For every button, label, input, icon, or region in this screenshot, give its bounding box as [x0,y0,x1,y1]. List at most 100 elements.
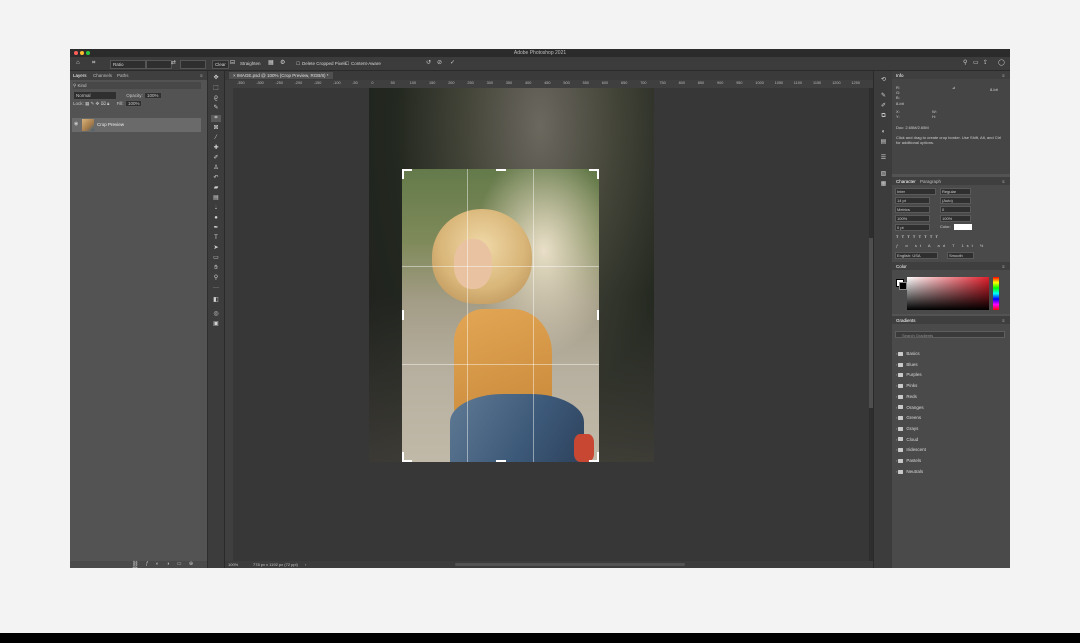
opentype-buttons[interactable]: ƒ σ st A ad T 1st ½ [896,243,986,248]
crop-box[interactable] [402,169,599,462]
frame-tool-icon[interactable]: ⊠ [211,125,221,132]
panel-menu-icon[interactable]: ≡ [1002,73,1005,78]
dodge-tool-icon[interactable]: ● [211,215,221,222]
baseline-field[interactable]: 0 pt [895,224,930,231]
history-brush-tool-icon[interactable]: ↶ [211,175,221,182]
visibility-eye-icon[interactable]: ◉ [74,121,78,127]
marquee-tool-icon[interactable]: ⬚ [211,85,221,92]
properties-icon[interactable]: ☰ [879,155,888,162]
lasso-tool-icon[interactable]: ϱ [211,95,221,102]
quick-mask-icon[interactable]: ◎ [211,311,221,318]
chevron-right-icon[interactable]: › [896,372,897,377]
filter-kind[interactable]: Kind [78,83,87,88]
brushes-icon[interactable]: ✐ [879,103,888,110]
chevron-right-icon[interactable]: › [896,458,897,463]
account-icon[interactable]: ◯ [998,60,1005,67]
font-size-field[interactable]: 14 pt [895,197,930,204]
gradient-folder[interactable]: › Grays [896,425,918,433]
status-arrow-icon[interactable]: › [305,562,306,567]
hand-tool-icon[interactable]: ✋︎ [211,265,221,272]
tab-layers[interactable]: Layers [73,73,87,78]
ratio-height-field[interactable] [180,60,206,69]
chevron-right-icon[interactable]: › [896,362,897,367]
content-aware-label[interactable]: Content-Aware [351,60,381,67]
gradient-folder[interactable]: › Oranges [896,404,924,412]
pen-tool-icon[interactable]: ✒ [211,225,221,232]
swatches-icon[interactable]: ▦ [879,181,888,188]
crop-handle-bottom[interactable] [496,452,506,462]
tab-character[interactable]: Character [896,179,916,184]
layer-row[interactable]: ◉ Crop Preview [72,118,201,132]
horizontal-scale-field[interactable]: 100% [940,215,971,222]
reset-icon[interactable]: ↺ [426,60,431,67]
panel-menu-icon[interactable]: ≡ [1002,264,1005,269]
tab-channels[interactable]: Channels [93,73,112,78]
crop-handle-top[interactable] [496,169,506,179]
crop-tool-icon[interactable]: ⌗ [211,115,221,122]
layer-filter-row[interactable]: ⚲ Kind [73,82,201,89]
font-style-select[interactable]: Regular [940,188,971,195]
home-icon[interactable]: ⌂ [76,60,80,67]
brush-tool-icon[interactable]: ✐ [211,155,221,162]
background-color-swatch[interactable] [899,282,907,290]
move-tool-icon[interactable]: ✥ [211,75,221,82]
clear-button[interactable]: Clear [212,60,229,69]
gradient-tool-icon[interactable]: ▤ [211,195,221,202]
chevron-right-icon[interactable]: › [896,469,897,474]
gradient-folder[interactable]: › Cloud [896,436,918,444]
commit-check-icon[interactable]: ✓ [450,60,455,67]
quick-select-tool-icon[interactable]: ✎ [211,105,221,112]
overlay-grid-icon[interactable]: ▦ [268,60,274,67]
adjustments-icon[interactable]: ◐ [879,129,888,136]
panel-menu-icon[interactable]: ≡ [1002,179,1005,184]
tab-gradients[interactable]: Gradients [896,318,916,323]
color-picker-field[interactable] [907,277,989,310]
gradient-folder[interactable]: › Reds [896,393,917,401]
chevron-right-icon[interactable]: › [896,447,897,452]
content-aware-checkbox[interactable]: ☐ [345,60,349,67]
tab-paths[interactable]: Paths [117,73,129,78]
leading-field[interactable]: (Auto) [940,197,971,204]
screen-mode-icon[interactable]: ▣ [211,321,221,328]
layer-actions-icons[interactable]: ⛓ ƒ ◐ ◑ ▭ ⊕ 🗑︎ [132,561,207,568]
ratio-select[interactable]: Ratio [110,60,146,69]
crop-tool-icon[interactable]: ⌗ [92,60,95,67]
gradient-folder[interactable]: › Neutrals [896,468,923,476]
font-family-select[interactable]: Inter [895,188,936,195]
chevron-right-icon[interactable]: › [896,383,897,388]
workspace-icon[interactable]: ▭ [973,60,979,67]
type-tool-icon[interactable]: T [211,235,221,242]
libraries-icon[interactable]: ▤ [879,139,888,146]
gradient-search-input[interactable]: Search Gradients [895,331,1005,338]
history-icon[interactable]: ⟲ [879,77,888,84]
chevron-right-icon[interactable]: › [896,437,897,442]
gradient-folder[interactable]: › Greens [896,414,921,422]
stamp-tool-icon[interactable]: ♙ [211,165,221,172]
crop-handle-top-right[interactable] [589,169,599,179]
blend-mode-select[interactable]: Normal [73,91,117,100]
more-tools-icon[interactable]: ··· [211,285,221,292]
kerning-field[interactable]: Metrics [895,206,930,213]
gradient-folder[interactable]: › Purples [896,371,922,379]
opacity-field[interactable]: 100% [144,92,162,99]
crop-handle-right[interactable] [589,310,599,320]
type-style-buttons[interactable]: TTTTTTTT [896,234,941,239]
canvas-area[interactable] [233,88,869,561]
layer-name[interactable]: Crop Preview [97,122,124,127]
chevron-right-icon[interactable]: › [896,405,897,410]
zoom-level[interactable]: 100% [228,562,238,567]
healing-tool-icon[interactable]: ✚ [211,145,221,152]
crop-handle-bottom-left[interactable] [402,452,412,462]
panel-menu-icon[interactable]: ≡ [1002,318,1005,323]
language-select[interactable]: English: USA [895,252,938,259]
chevron-right-icon[interactable]: › [896,394,897,399]
crop-handle-bottom-right[interactable] [589,452,599,462]
hue-slider[interactable] [993,277,999,310]
tab-color[interactable]: Color [896,264,907,269]
ratio-width-field[interactable] [146,60,172,69]
gradient-folder[interactable]: › Pinks [896,382,917,390]
clone-source-icon[interactable]: ⧉ [879,113,888,120]
crop-handle-left[interactable] [402,310,412,320]
shape-tool-icon[interactable]: ▭ [211,255,221,262]
vertical-scale-field[interactable]: 100% [895,215,930,222]
